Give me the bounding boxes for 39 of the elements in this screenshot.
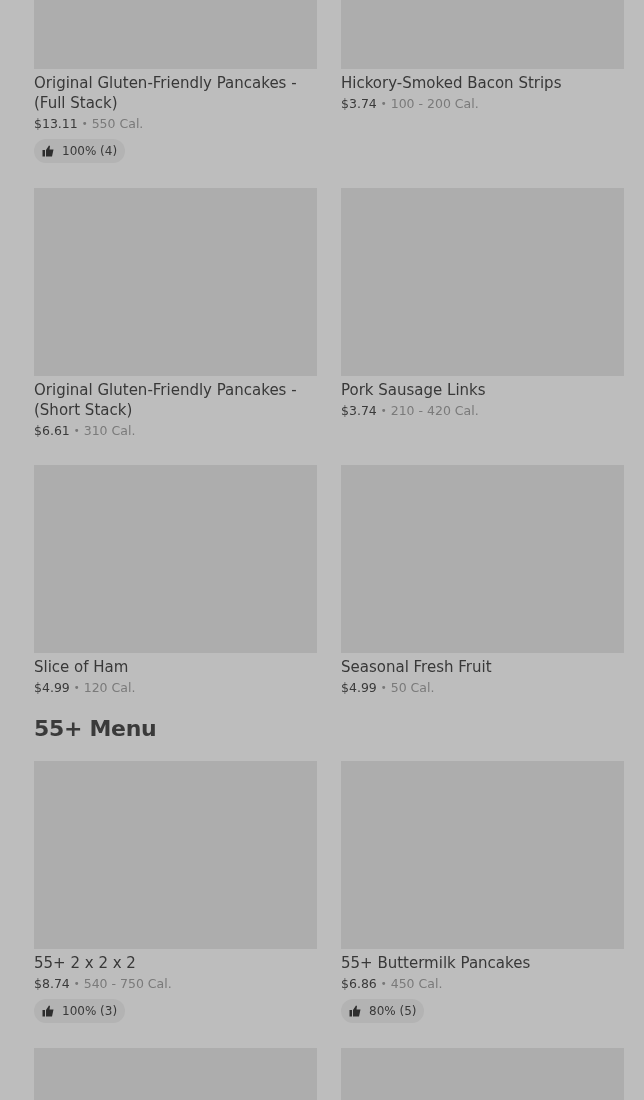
thumbs-up-icon [42, 145, 54, 157]
item-price: $3.74 [341, 95, 377, 113]
separator-dot: • [380, 977, 387, 991]
item-title[interactable]: 55+ Buttermilk Pancakes [341, 953, 624, 973]
rating-text: 80% (5) [369, 1004, 417, 1018]
item-title[interactable]: Hickory-Smoked Bacon Strips [341, 73, 624, 93]
section-heading: 55+ Menu [34, 716, 158, 741]
item-calories: 120 Cal. [83, 679, 136, 697]
separator-dot: • [81, 117, 88, 131]
item-price: $13.11 [34, 115, 78, 133]
item-calories: 100 - 200 Cal. [390, 95, 479, 113]
item-title[interactable]: Pork Sausage Links [341, 380, 624, 400]
thumbs-up-icon [42, 1005, 54, 1017]
item-calories: 550 Cal. [91, 115, 144, 133]
item-price: $3.74 [341, 402, 377, 420]
rating-text: 100% (3) [62, 1004, 118, 1018]
item-calories: 450 Cal. [390, 975, 443, 993]
separator-dot: • [380, 404, 387, 418]
item-title[interactable]: 55+ 2 x 2 x 2 [34, 953, 317, 973]
item-title[interactable]: Slice of Ham [34, 657, 317, 677]
separator-dot: • [380, 681, 387, 695]
item-title[interactable]: Original Gluten-Friendly Pancakes - (Full Stack) [34, 73, 317, 113]
item-calories: 50 Cal. [390, 679, 435, 697]
separator-dot: • [73, 977, 80, 991]
item-title[interactable]: Seasonal Fresh Fruit [341, 657, 624, 677]
item-price: $4.99 [341, 679, 377, 697]
separator-dot: • [73, 424, 80, 438]
item-price: $8.74 [34, 975, 70, 993]
item-calories: 540 - 750 Cal. [83, 975, 172, 993]
thumbs-up-icon [349, 1005, 361, 1017]
separator-dot: • [380, 97, 387, 111]
item-calories: 310 Cal. [83, 422, 136, 440]
item-price: $6.86 [341, 975, 377, 993]
rating-text: 100% (4) [62, 144, 118, 158]
item-price: $4.99 [34, 679, 70, 697]
item-calories: 210 - 420 Cal. [390, 402, 479, 420]
item-price: $6.61 [34, 422, 70, 440]
item-title[interactable]: Original Gluten-Friendly Pancakes - (Short Stack) [34, 380, 317, 420]
separator-dot: • [73, 681, 80, 695]
